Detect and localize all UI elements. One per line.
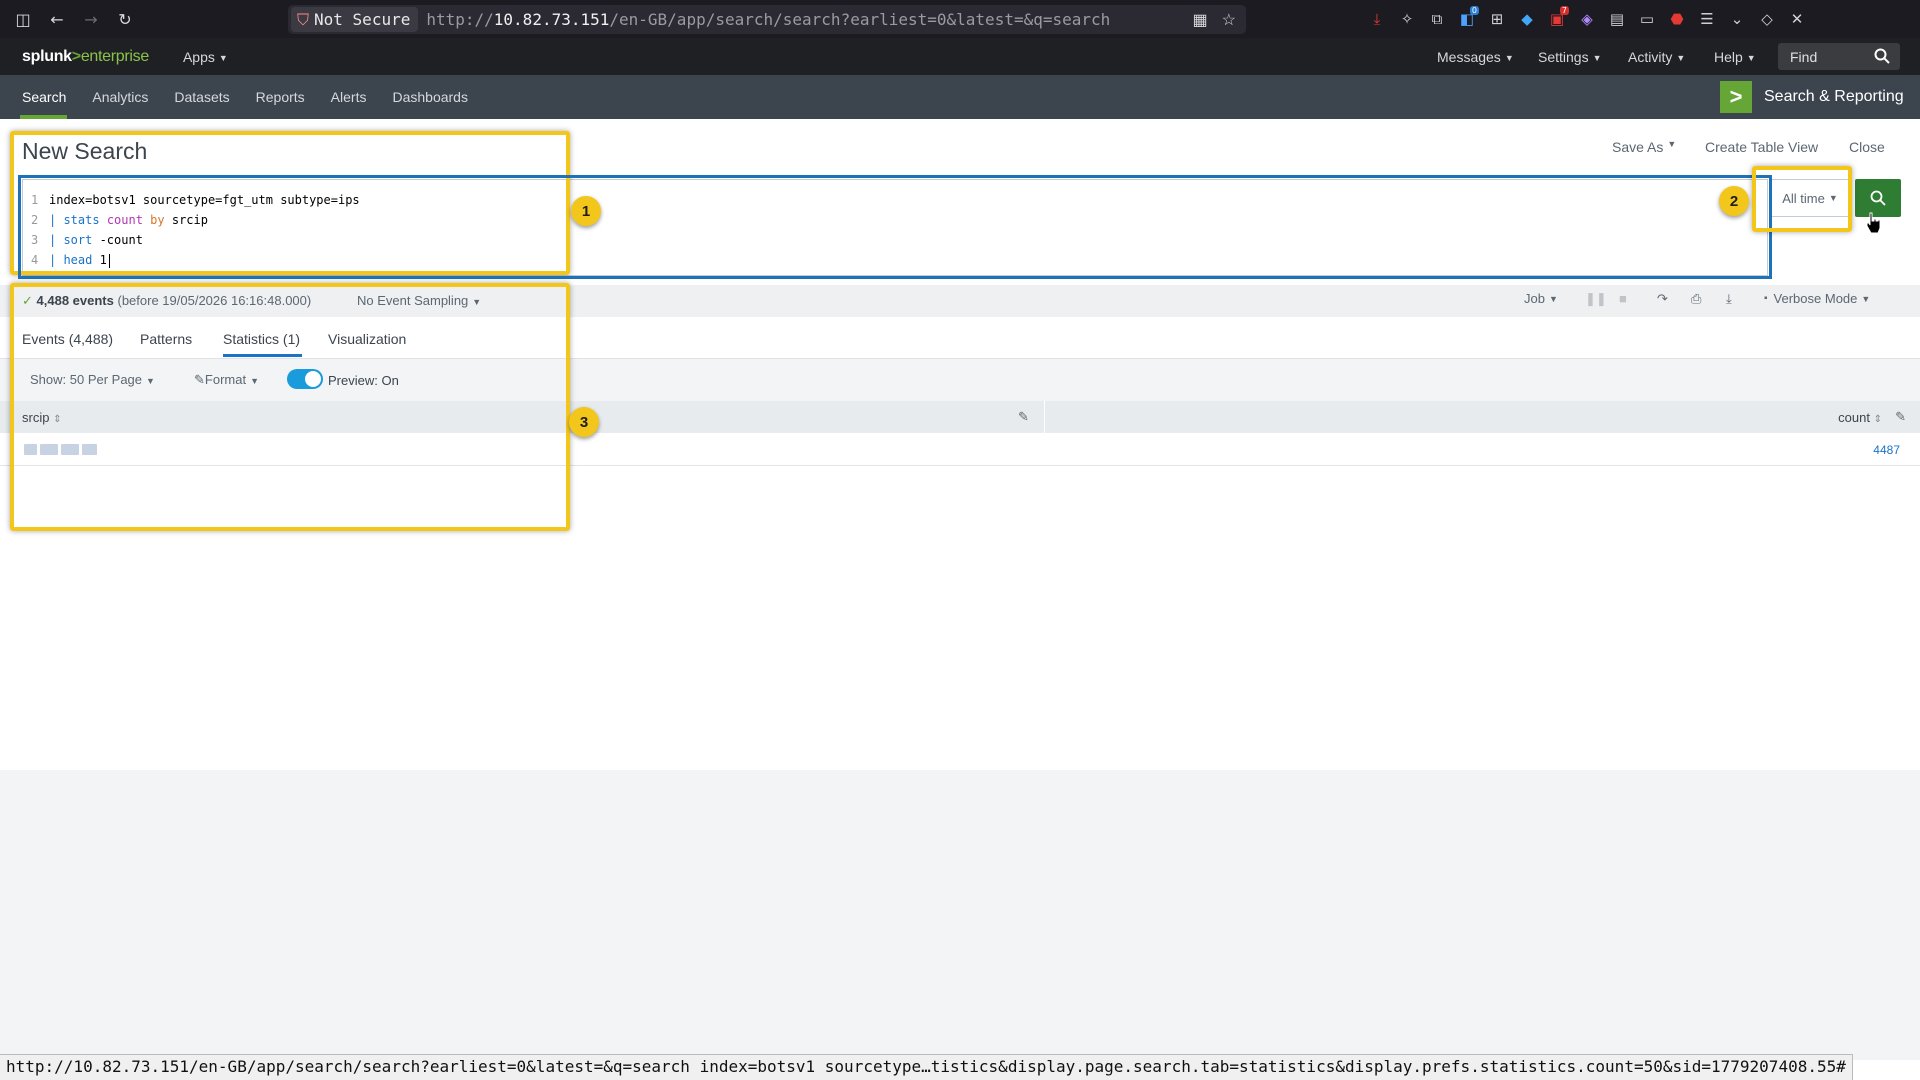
- apps-menu[interactable]: Apps ▼: [183, 49, 228, 65]
- column-header-count[interactable]: count ⇕: [1838, 410, 1882, 425]
- ai-extension-icon[interactable]: ✧: [1392, 0, 1422, 38]
- export-icon[interactable]: ⤓: [1726, 291, 1732, 307]
- diamond-extension-icon[interactable]: ◆: [1512, 0, 1542, 38]
- share-icon[interactable]: ↷: [1657, 291, 1668, 307]
- nav-search[interactable]: Search: [0, 75, 79, 119]
- annotation-marker-2: 2: [1719, 186, 1749, 216]
- create-table-view-link[interactable]: Create Table View: [1705, 139, 1818, 155]
- find-input[interactable]: Find: [1778, 43, 1900, 70]
- sort-icon: ⇕: [1873, 414, 1882, 425]
- address-bar[interactable]: ⛉ Not Secure http://10.82.73.151/en-GB/a…: [288, 5, 1246, 34]
- grid-extension-icon[interactable]: ⊞: [1482, 0, 1512, 38]
- nav-dashboards[interactable]: Dashboards: [379, 75, 481, 119]
- close-window-icon[interactable]: ✕: [1782, 0, 1812, 38]
- mode-icon: ▪: [1764, 293, 1768, 304]
- nav-analytics[interactable]: Analytics: [79, 75, 161, 119]
- annotation-box-2: [1752, 166, 1852, 232]
- search-icon: [1874, 48, 1890, 64]
- edit-column-icon[interactable]: ✎: [1018, 409, 1029, 425]
- search-app-icon: >: [1720, 81, 1752, 113]
- help-menu[interactable]: Help ▼: [1714, 49, 1756, 65]
- puzzle-extension-icon[interactable]: ⧉: [1422, 0, 1452, 38]
- pause-icon[interactable]: ❚❚: [1585, 291, 1607, 307]
- app-nav: Search Analytics Datasets Reports Alerts…: [0, 75, 1920, 119]
- browser-toolbar: ◫ ← → ↻ ⛉ Not Secure http://10.82.73.151…: [0, 0, 1920, 38]
- edit-column-icon[interactable]: ✎: [1895, 409, 1906, 425]
- search-icon: [1870, 190, 1886, 206]
- sidebar-toggle-icon[interactable]: ◫: [6, 0, 40, 38]
- nav-datasets[interactable]: Datasets: [161, 75, 242, 119]
- red-extension-icon[interactable]: ▣ 7: [1542, 0, 1572, 38]
- purple-extension-icon[interactable]: ◈: [1572, 0, 1602, 38]
- query-focus-outline: [18, 175, 1772, 279]
- settings-menu[interactable]: Settings ▼: [1538, 49, 1602, 65]
- qr-code-icon[interactable]: ▦: [1193, 10, 1208, 30]
- nav-alerts[interactable]: Alerts: [318, 75, 380, 119]
- search-mode-dropdown[interactable]: ▪ Verbose Mode ▼: [1764, 291, 1870, 306]
- annotation-box-3: [10, 283, 570, 531]
- app-title[interactable]: > Search & Reporting: [1720, 81, 1904, 113]
- diamond-outline-icon[interactable]: ◇: [1752, 0, 1782, 38]
- security-indicator[interactable]: ⛉ Not Secure: [291, 7, 419, 32]
- splunk-header: splunk>enterprise Apps ▼ Messages ▼ Settin…: [0, 38, 1920, 75]
- job-menu[interactable]: Job ▼: [1524, 291, 1558, 306]
- count-value[interactable]: 4487: [1873, 443, 1900, 457]
- splunk-logo[interactable]: splunk>enterprise: [22, 48, 149, 66]
- annotation-marker-3: 3: [569, 407, 599, 437]
- menu-icon[interactable]: ☰: [1692, 0, 1722, 38]
- annotation-marker-1: 1: [571, 196, 601, 226]
- extension-badge-icon[interactable]: ◧ 0: [1452, 0, 1482, 38]
- container-icon[interactable]: ▤: [1602, 0, 1632, 38]
- activity-menu[interactable]: Activity ▼: [1628, 49, 1685, 65]
- forward-icon[interactable]: →: [74, 0, 108, 38]
- empty-area: [0, 770, 1920, 1060]
- url-text[interactable]: http://10.82.73.151/en-GB/app/search/sea…: [426, 10, 1166, 29]
- hand-pointer-icon: [1866, 212, 1881, 234]
- messages-menu[interactable]: Messages ▼: [1437, 49, 1514, 65]
- stop-icon[interactable]: ■: [1619, 291, 1627, 306]
- print-icon[interactable]: ⎙: [1691, 291, 1701, 307]
- download-icon[interactable]: ⤓: [1362, 0, 1392, 38]
- chevron-down-icon[interactable]: ⌄: [1722, 0, 1752, 38]
- save-as-button[interactable]: Save As ▼: [1612, 139, 1676, 155]
- close-link[interactable]: Close: [1849, 139, 1885, 155]
- bookmark-star-icon[interactable]: ☆: [1222, 10, 1236, 30]
- shield-warning-icon: ⛉: [297, 9, 310, 29]
- reload-icon[interactable]: ↻: [108, 0, 142, 38]
- ublock-icon[interactable]: ⬣: [1662, 0, 1692, 38]
- back-icon[interactable]: ←: [40, 0, 74, 38]
- not-secure-label: Not Secure: [314, 10, 411, 29]
- tablet-icon[interactable]: ▭: [1632, 0, 1662, 38]
- link-status-bar: http://10.82.73.151/en-GB/app/search/sea…: [0, 1054, 1853, 1080]
- nav-reports[interactable]: Reports: [243, 75, 318, 119]
